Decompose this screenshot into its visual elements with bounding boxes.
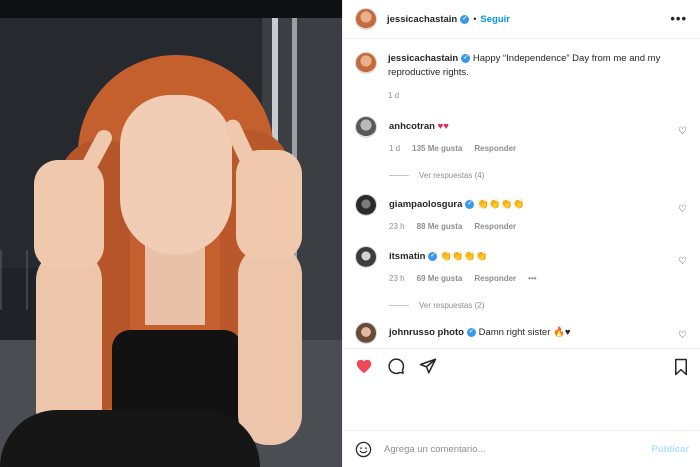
add-comment-bar: Agrega un comentario... Publicar (343, 430, 700, 467)
save-bookmark-icon[interactable] (673, 358, 689, 376)
like-heart-icon[interactable] (355, 358, 373, 374)
publish-button[interactable]: Publicar (652, 444, 690, 455)
comment-meta: 23 h 69 Me gusta Responder ••• (389, 274, 691, 283)
caption-avatar[interactable] (355, 52, 377, 74)
comment-time[interactable]: 23 h (389, 222, 405, 231)
post-header: jessicachastain ✓ • Seguir ••• (343, 0, 700, 39)
follow-button[interactable]: Seguir (480, 14, 510, 25)
comment-more-icon[interactable]: ••• (528, 274, 536, 283)
replies-line (389, 305, 409, 306)
comment-input[interactable]: Agrega un comentario... (384, 444, 652, 455)
comment-body: giampaolosgura ✓ 👏👏👏👏 (389, 194, 669, 212)
comment-body: itsmatin ✓ 👏👏👏👏 (389, 246, 669, 264)
post-side-panel: jessicachastain ✓ • Seguir ••• jessicach… (342, 0, 700, 467)
comment-item: itsmatin ✓ 👏👏👏👏 ♡ 23 h 69 Me gusta Respon… (355, 246, 691, 310)
comment-text: 👏👏👏👏 (477, 199, 525, 210)
photo-top-strip (0, 0, 342, 18)
commenter-avatar[interactable] (355, 116, 377, 138)
post-caption: jessicachastain ✓ Happy “Independence” Da… (355, 52, 691, 80)
verified-badge-icon: ✓ (465, 199, 475, 209)
verified-badge-icon: ✓ (461, 53, 471, 63)
comment-body: anhcotran ♥♥ (389, 116, 669, 134)
verified-badge-icon: ✓ (428, 251, 438, 261)
caption-text-block: jessicachastain ✓ Happy “Independence” Da… (388, 52, 678, 80)
photo-face (120, 95, 232, 255)
comment-item: giampaolosgura ✓ 👏👏👏👏 ♡ 23 h 88 Me gusta … (355, 194, 691, 231)
view-replies[interactable]: Ver respuestas (4) (389, 171, 691, 180)
author-username[interactable]: jessicachastain (387, 14, 457, 25)
action-icons (355, 357, 437, 375)
more-options-icon[interactable]: ••• (670, 11, 687, 26)
view-replies[interactable]: Ver respuestas (2) (389, 301, 691, 310)
like-comment-icon[interactable]: ♡ (678, 330, 687, 341)
commenter-avatar[interactable] (355, 194, 377, 216)
like-comment-icon[interactable]: ♡ (678, 256, 687, 267)
instagram-post: jessicachastain ✓ • Seguir ••• jessicach… (0, 0, 700, 467)
photo-neck (145, 245, 205, 325)
commenter-username[interactable]: itsmatin (389, 251, 425, 262)
photo-hand-left (34, 160, 104, 270)
commenter-username[interactable]: anhcotran (389, 121, 435, 132)
photo-chair (0, 410, 260, 467)
caption-username[interactable]: jessicachastain (388, 53, 458, 64)
view-replies-label: Ver respuestas (2) (419, 301, 485, 310)
save-bookmark-wrap (673, 358, 689, 378)
like-comment-icon[interactable]: ♡ (678, 126, 687, 137)
commenter-username[interactable]: johnrusso photo (389, 327, 464, 338)
comment-likes[interactable]: 135 Me gusta (412, 144, 462, 153)
share-send-icon[interactable] (419, 357, 437, 375)
replies-line (389, 175, 409, 176)
comment-likes[interactable]: 69 Me gusta (417, 274, 463, 283)
header-separator: • (473, 14, 477, 24)
photo-arm-right (238, 245, 302, 445)
verified-badge-icon: ✓ (460, 14, 470, 24)
commenter-username[interactable]: giampaolosgura (389, 199, 462, 210)
verified-badge-icon: ✓ (466, 327, 476, 337)
post-actions-bar (343, 348, 700, 430)
comment-item: anhcotran ♥♥ ♡ 1 d 135 Me gusta Responde… (355, 116, 691, 180)
caption-time[interactable]: 1 d (388, 91, 399, 100)
commenter-avatar[interactable] (355, 322, 377, 344)
reply-button[interactable]: Responder (474, 222, 516, 231)
comment-text: Damn right sister 🔥♥ (478, 327, 571, 338)
comment-meta: 1 d 135 Me gusta Responder (389, 144, 691, 153)
like-comment-icon[interactable]: ♡ (678, 204, 687, 215)
comment-time[interactable]: 23 h (389, 274, 405, 283)
view-replies-label: Ver respuestas (4) (419, 171, 485, 180)
comment-bubble-icon[interactable] (387, 357, 405, 375)
author-avatar[interactable] (355, 8, 377, 30)
comment-text: 👏👏👏👏 (440, 251, 488, 262)
emoji-picker-icon[interactable] (355, 441, 372, 458)
comment-item: johnrusso photo ✓ Damn right sister 🔥♥ ♡ (355, 322, 691, 344)
reply-button[interactable]: Responder (474, 274, 516, 283)
comment-text: ♥♥ (437, 121, 449, 132)
commenter-avatar[interactable] (355, 246, 377, 268)
comment-likes[interactable]: 88 Me gusta (417, 222, 463, 231)
reply-button[interactable]: Responder (474, 144, 516, 153)
comment-meta: 23 h 88 Me gusta Responder (389, 222, 691, 231)
post-photo[interactable] (0, 0, 342, 467)
comment-body: johnrusso photo ✓ Damn right sister 🔥♥ (389, 322, 669, 340)
comment-time[interactable]: 1 d (389, 144, 400, 153)
